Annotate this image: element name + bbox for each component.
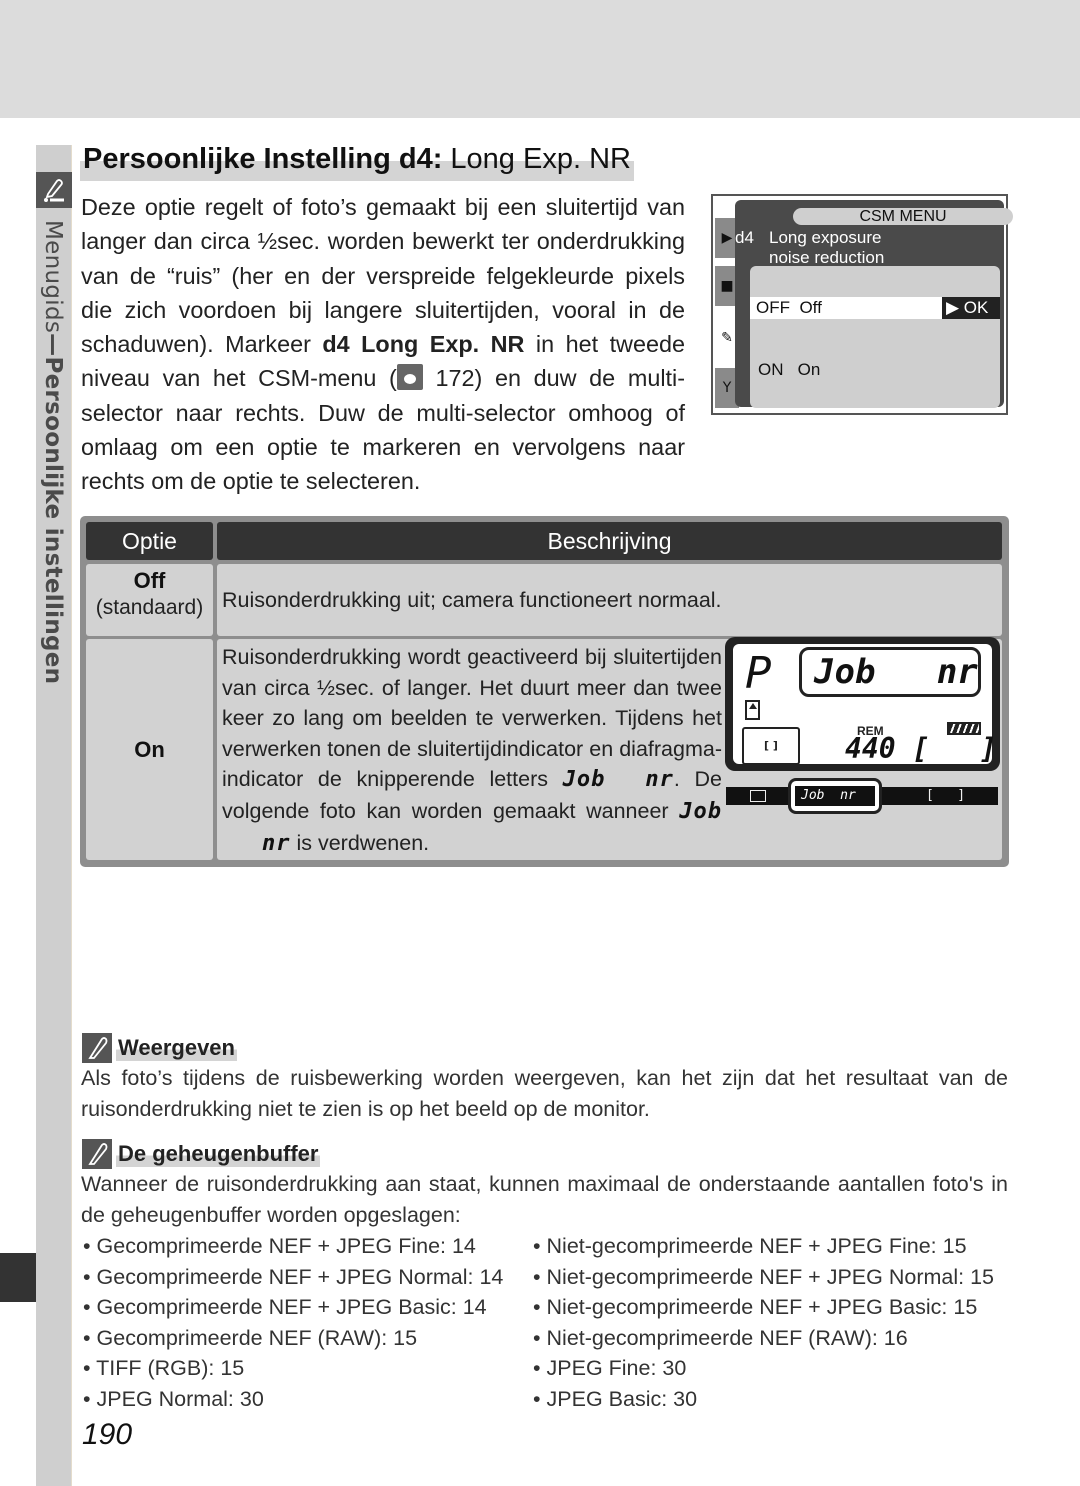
buffer-item: Gecomprimeerde NEF + JPEG Normal: 14 [83, 1262, 533, 1293]
page-top-band [0, 0, 1080, 118]
note-weergeven-text: Als foto’s tijdens de ruisbewerking word… [81, 1066, 1008, 1121]
intro-bold-setting: d4 Long Exp. NR [322, 331, 525, 358]
csm-option-on-code: ON [758, 360, 784, 379]
lcd-screen: P Job nr [ ] REM 440 [ ] [733, 644, 997, 765]
csm-ok-label: OK [963, 298, 989, 317]
csm-option-on[interactable]: ON On [758, 360, 820, 380]
note-buffer-text: Wanneer de ruisonderdrukking aan staat, … [81, 1172, 1008, 1227]
pencil-icon [82, 1139, 112, 1169]
csm-option-on-label: On [797, 360, 821, 379]
title-regular: Long Exp. NR [442, 143, 631, 175]
section-tab-label: Menugids—Persoonlijke instellingen [38, 220, 70, 684]
csm-menu-header: CSM MENU [793, 208, 1013, 225]
pencil-icon [82, 1033, 112, 1063]
csm-item-line1: Long exposure [769, 228, 882, 247]
viewfinder-job-highlight: Job nr [788, 778, 882, 814]
option-off-default: (standaard) [95, 596, 204, 619]
buffer-item: JPEG Basic: 30 [533, 1384, 698, 1415]
csm-option-off-label: Off [799, 298, 822, 317]
buffer-item: JPEG Normal: 30 [83, 1384, 533, 1415]
card-icon [745, 700, 760, 720]
csm-ok-button[interactable]: ▶ OK [942, 297, 1000, 319]
section-label-bold: Persoonlijke instellingen [40, 356, 66, 685]
note-weergeven-title: Weergeven [116, 1035, 237, 1061]
buffer-item: JPEG Fine: 30 [533, 1353, 687, 1384]
csm-option-off-code: OFF [756, 298, 790, 317]
title-bold: Persoonlijke Instelling d4: [83, 143, 443, 175]
intro-ref-page[interactable]: 172 [423, 365, 474, 391]
table-header-description: Beschrijving [217, 522, 1002, 560]
buffer-item: Gecomprimeerde NEF + JPEG Basic: 14 [83, 1292, 533, 1323]
on-description-text: Ruisonderdrukking wordt geactiveerd bij … [222, 642, 722, 859]
lcd-job-nr-display: Job nr [799, 647, 981, 697]
intro-paragraph: Deze optie regelt of foto’s gemaakt bij … [81, 190, 685, 499]
note-buffer-heading: De geheugenbuffer [82, 1139, 321, 1169]
list-item: JPEG Normal: 30JPEG Basic: 30 [83, 1384, 1013, 1415]
option-off-name: Off [133, 568, 166, 593]
table-row-off-option: Off (standaard) [86, 564, 213, 636]
page-number: 190 [82, 1418, 133, 1451]
seg-job-2: Job [679, 798, 722, 824]
list-item: Gecomprimeerde NEF + JPEG Normal: 14Niet… [83, 1262, 1013, 1293]
control-panel-lcd: P Job nr [ ] REM 440 [ ] [725, 637, 1000, 771]
note-weergeven-heading: Weergeven [82, 1033, 237, 1063]
metering-icon [750, 790, 766, 802]
lcd-af-area: [ ] [742, 727, 800, 765]
table-row-on-option: On [86, 639, 213, 860]
battery-icon [947, 722, 981, 735]
viewfinder-job-nr: Job nr [795, 786, 875, 806]
csm-options-panel [750, 266, 1000, 408]
table-row-off-description: Ruisonderdrukking uit; camera functionee… [217, 564, 1002, 636]
eye-reference-icon [396, 364, 423, 391]
section-pencil-icon [36, 172, 72, 208]
buffer-item: Niet-gecomprimeerde NEF + JPEG Normal: 1… [533, 1262, 994, 1293]
csm-item-code: d4 [735, 228, 754, 247]
lcd-remaining-count: 440 [ ] [845, 732, 997, 765]
list-item: TIFF (RGB): 15JPEG Fine: 30 [83, 1353, 1013, 1384]
buffer-capacity-list: Gecomprimeerde NEF + JPEG Fine: 14Niet-g… [83, 1231, 1013, 1415]
buffer-item: Niet-gecomprimeerde NEF + JPEG Fine: 15 [533, 1231, 967, 1262]
buffer-item: Gecomprimeerde NEF + JPEG Fine: 14 [83, 1231, 533, 1262]
note-buffer-title: De geheugenbuffer [116, 1141, 321, 1167]
section-label-prefix: Menugids [40, 220, 66, 334]
lcd-exposure-mode: P [745, 648, 772, 699]
list-item: Gecomprimeerde NEF + JPEG Fine: 14Niet-g… [83, 1231, 1013, 1262]
seg-nr-2: nr [262, 830, 291, 856]
list-item: Gecomprimeerde NEF (RAW): 15Niet-gecompr… [83, 1323, 1013, 1354]
section-label-dash: — [40, 333, 66, 357]
csm-option-off[interactable]: OFF Off ▶ OK [750, 297, 1000, 319]
table-header-option: Optie [86, 522, 213, 560]
buffer-item: Gecomprimeerde NEF (RAW): 15 [83, 1323, 533, 1354]
viewfinder-count: [ ] [926, 788, 966, 803]
seg-nr: nr [645, 767, 674, 793]
buffer-item: Niet-gecomprimeerde NEF (RAW): 16 [533, 1323, 908, 1354]
on-desc-3: is verdwenen. [290, 830, 430, 855]
seg-job: Job [562, 767, 606, 793]
buffer-item: Niet-gecomprimeerde NEF + JPEG Basic: 15 [533, 1292, 978, 1323]
thumb-index-tab [0, 1253, 36, 1302]
buffer-item: TIFF (RGB): 15 [83, 1353, 533, 1384]
list-item: Gecomprimeerde NEF + JPEG Basic: 14Niet-… [83, 1292, 1013, 1323]
page-title: Persoonlijke Instelling d4: Long Exp. NR [80, 143, 634, 181]
csm-item-line2: noise reduction [769, 248, 885, 267]
csm-menu-item: d4 Long exposure noise reduction [735, 228, 885, 268]
